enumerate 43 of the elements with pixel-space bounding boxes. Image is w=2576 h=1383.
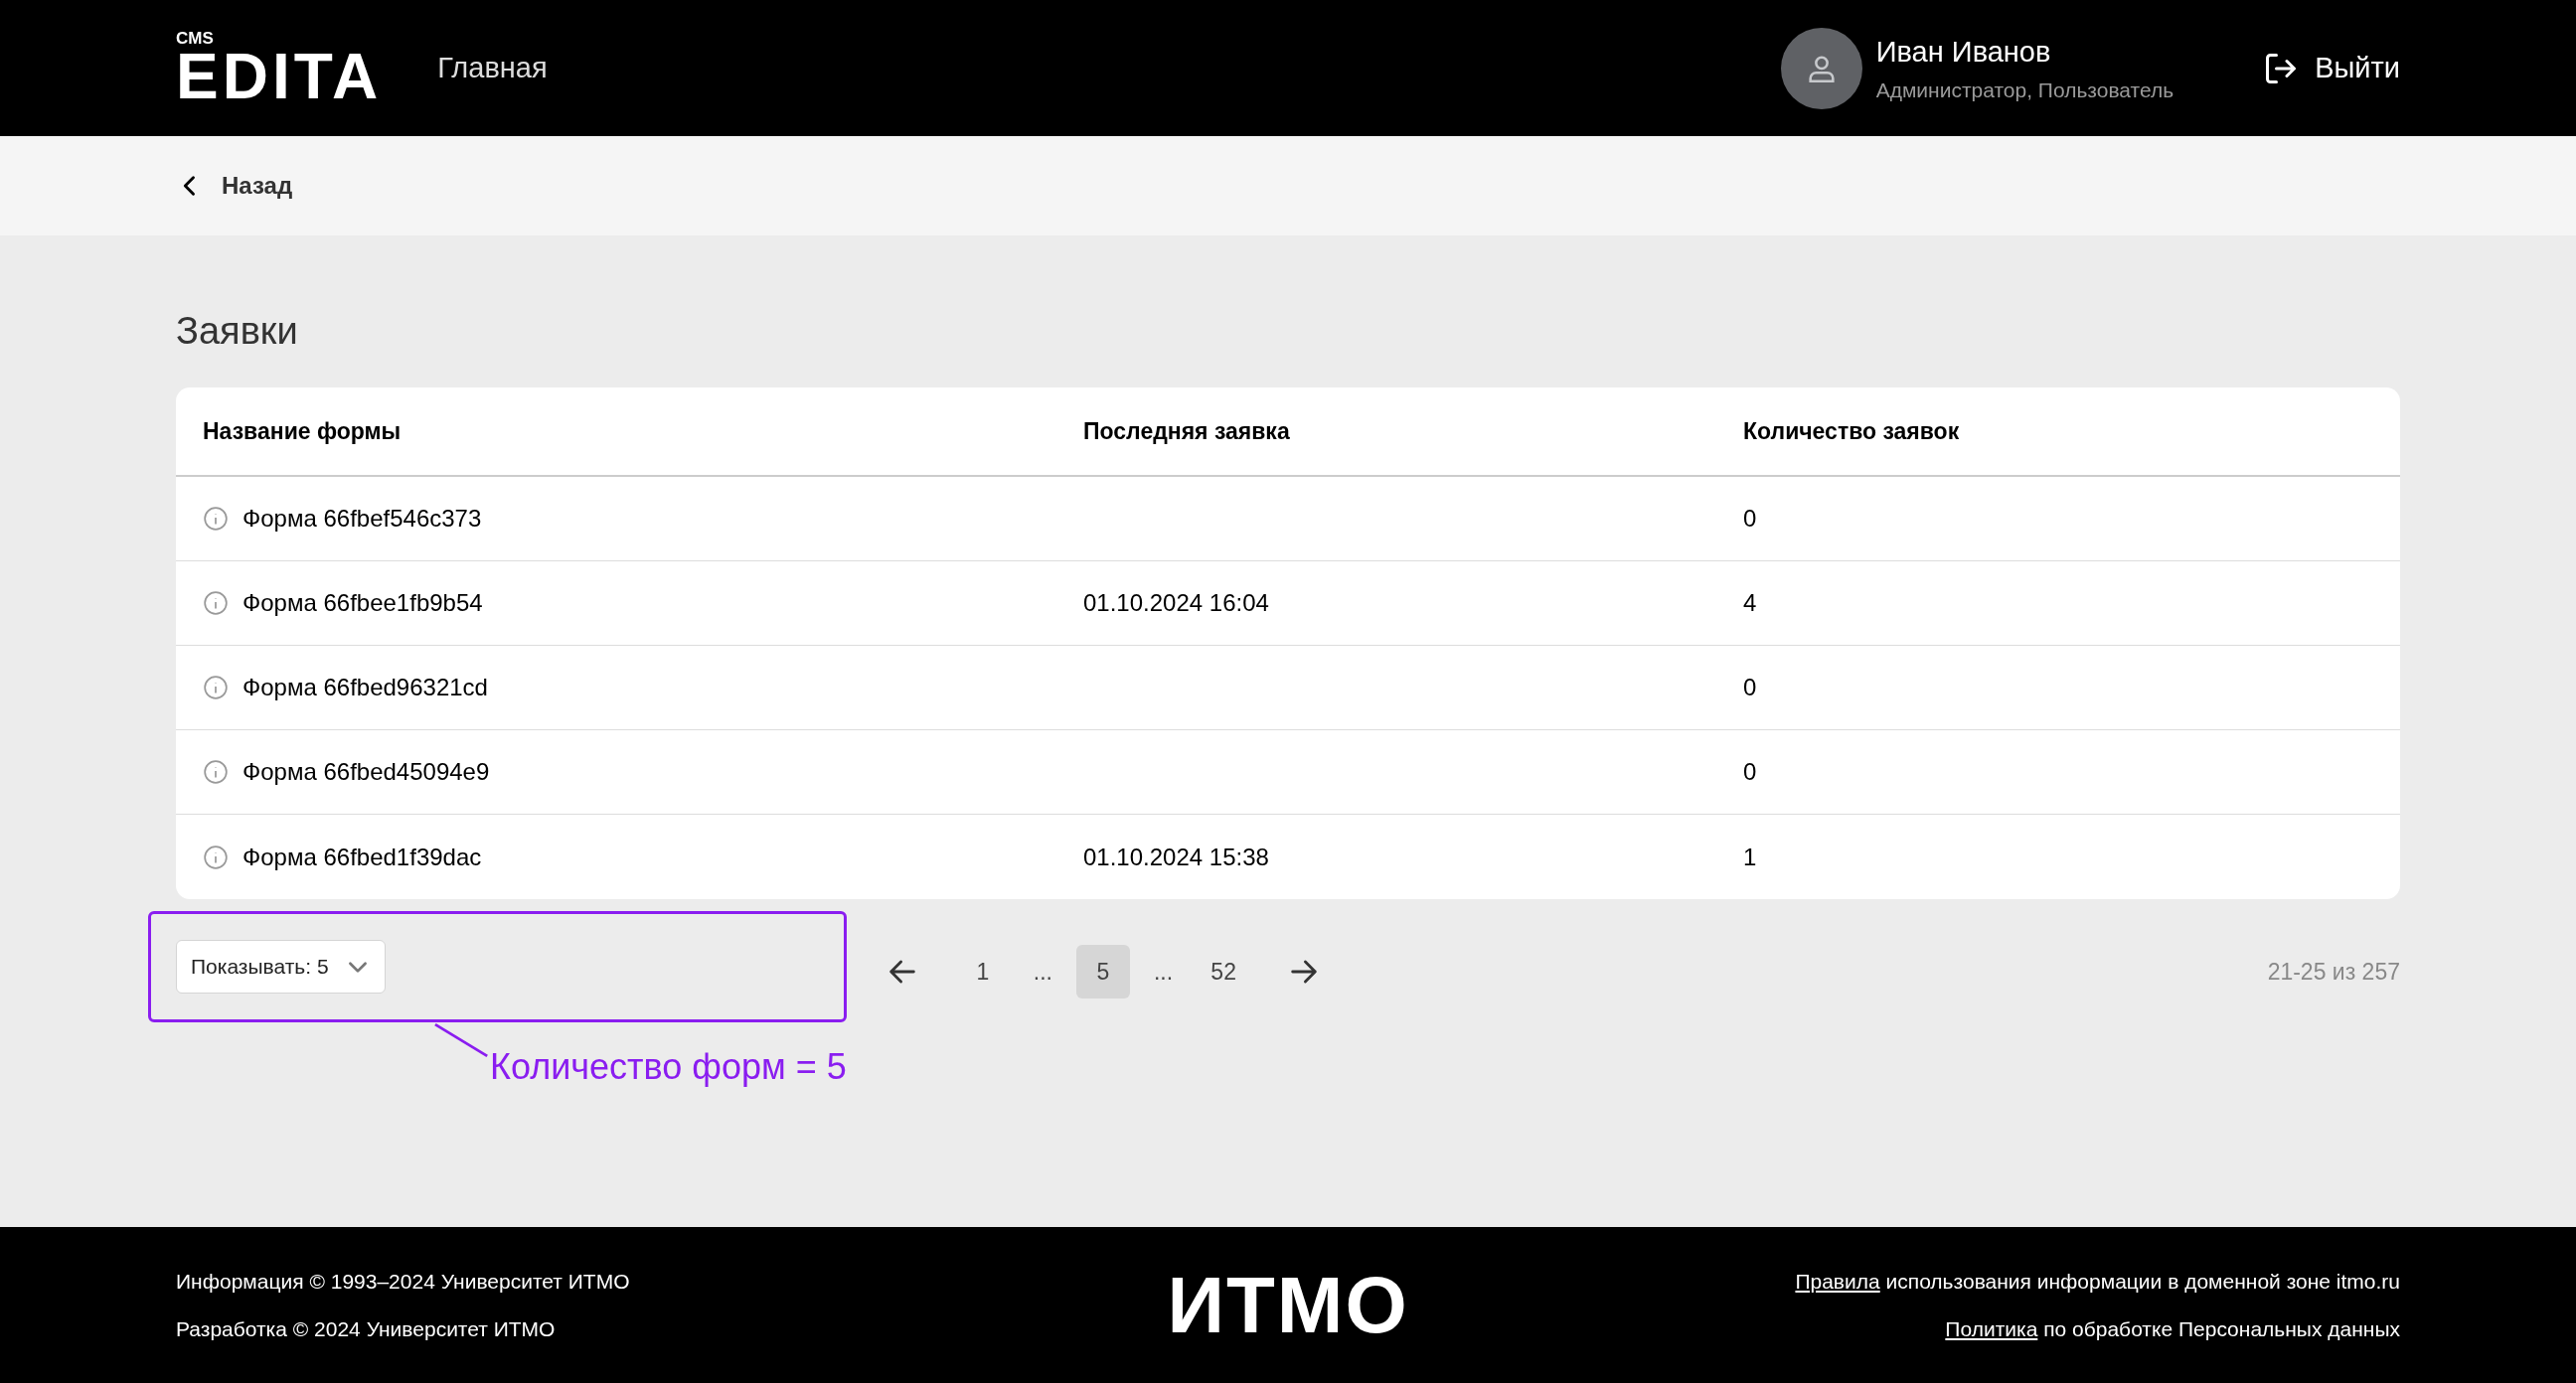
info-icon[interactable]: [203, 759, 229, 785]
page-button[interactable]: 1: [955, 945, 1010, 999]
info-icon[interactable]: [203, 590, 229, 616]
table-cell: 01.10.2024 15:38: [1083, 843, 1269, 870]
footer-text: Правила использования информации в доменной зоне itmo.ru: [1795, 1269, 2400, 1295]
page-title: Заявки: [176, 309, 299, 354]
page-ellipsis: ...: [1032, 957, 1053, 987]
table-cell-text: 0: [1743, 757, 1758, 787]
table-cell-text: 1: [1743, 842, 1758, 872]
footer-link[interactable]: Политика: [1945, 1316, 2038, 1340]
page-ellipsis: ...: [1152, 957, 1175, 987]
table-cell-text: 4: [1743, 588, 1758, 618]
column-header: Количество заявок: [1743, 416, 1961, 446]
nav-link[interactable]: Главная: [437, 46, 548, 90]
annotation-text: Количество форм = 5: [490, 1045, 847, 1089]
back-button[interactable]: Назад: [176, 168, 293, 204]
user-roles: Администратор, Пользователь: [1875, 77, 2174, 103]
footer-logo[interactable]: ИТМО: [1167, 1265, 1409, 1345]
user-name: Иван Иванов: [1875, 35, 2052, 70]
table-cell-text: 0: [1743, 673, 1758, 702]
table-cell[interactable]: Форма 66fbee1fb9b54: [242, 585, 483, 621]
footer-link[interactable]: Правила: [1795, 1270, 1880, 1293]
page-button[interactable]: 5: [1075, 945, 1130, 999]
table-cell[interactable]: Форма 66fbed1f39dac: [242, 839, 482, 875]
logo[interactable]: EDITA: [176, 47, 383, 106]
info-icon[interactable]: [203, 506, 229, 532]
range-text: 21-25 из 257: [2267, 958, 2400, 987]
page-size-select[interactable]: Показывать: 5: [176, 940, 386, 994]
column-header: Последняя заявка: [1083, 416, 1291, 446]
page-button[interactable]: 52: [1197, 945, 1251, 999]
footer-text: Политика по обработке Персональных данных: [1945, 1315, 2400, 1342]
table-cell[interactable]: Форма 66fbed96321cd: [242, 670, 488, 705]
info-icon[interactable]: [203, 675, 229, 700]
table-cell-text: 0: [1743, 504, 1758, 534]
column-header: Название формы: [203, 416, 402, 446]
logo-caption: CMS: [176, 30, 215, 47]
table-cell: 01.10.2024 16:04: [1083, 589, 1269, 616]
table-cell[interactable]: Форма 66fbef546c373: [242, 501, 482, 537]
logout-button[interactable]: Выйти: [2263, 46, 2400, 90]
table-cell[interactable]: Форма 66fbed45094e9: [242, 754, 490, 790]
copyright-text: Информация © 1993–2024 Университет ИТМО: [176, 1269, 631, 1295]
copyright-text: Разработка © 2024 Университет ИТМО: [176, 1315, 557, 1342]
info-icon[interactable]: [203, 844, 229, 870]
